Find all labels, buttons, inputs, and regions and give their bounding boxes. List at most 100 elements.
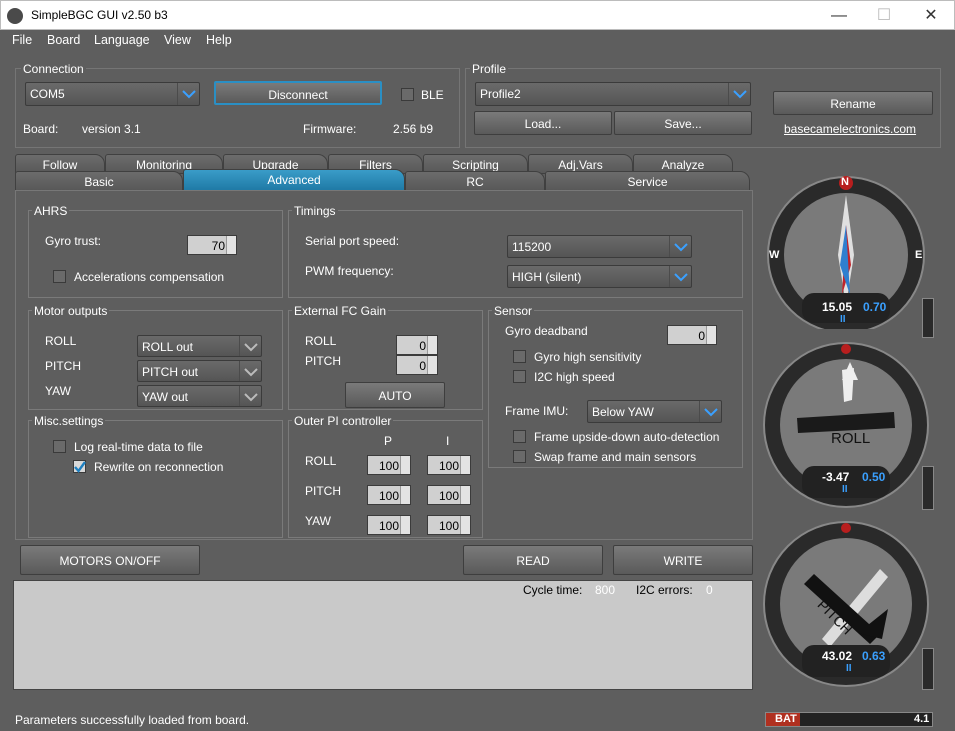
status-message: Parameters successfully loaded from boar… (15, 713, 250, 727)
i2c-errors-label: I2C errors: (636, 583, 693, 597)
spin-down-icon[interactable] (400, 525, 410, 534)
minimize-icon[interactable]: — (824, 5, 854, 27)
deadband-value: 0 (698, 329, 705, 343)
frame-imu-select[interactable]: Below YAW (587, 400, 722, 423)
ext-pitch-input[interactable]: 0 (396, 355, 438, 375)
profile-value: Profile2 (480, 87, 521, 101)
pwm-freq-select[interactable]: HIGH (silent) (507, 265, 692, 288)
website-link[interactable]: basecamelectronics.com (784, 122, 916, 136)
pitch-rate: 0.63 (862, 649, 886, 663)
spin-down-icon[interactable] (427, 365, 437, 374)
frame-imu-value: Below YAW (592, 405, 654, 419)
misc-group (28, 420, 283, 538)
pi-roll-p-input[interactable]: 100 (367, 455, 411, 475)
log-checkbox[interactable] (53, 440, 66, 453)
pi-pitch-i-input[interactable]: 100 (427, 485, 471, 505)
spin-down-icon[interactable] (400, 495, 410, 504)
serial-speed-value: 115200 (512, 240, 552, 254)
spin-up-icon[interactable] (400, 516, 410, 525)
chevron-down-icon (669, 266, 691, 287)
motor-roll-value: ROLL out (142, 340, 193, 354)
spin-up-icon[interactable] (427, 336, 437, 345)
read-button[interactable]: READ (463, 545, 603, 575)
battery-meter: BAT 4.1 (765, 712, 933, 727)
menu-file[interactable]: File (12, 33, 32, 47)
deadband-input[interactable]: 0 (667, 325, 717, 345)
motors-toggle-button[interactable]: MOTORS ON/OFF (20, 545, 200, 575)
spin-up-icon[interactable] (427, 356, 437, 365)
menu-view[interactable]: View (164, 33, 191, 47)
connection-panel (15, 68, 460, 148)
auto-button[interactable]: AUTO (345, 382, 445, 408)
spin-down-icon[interactable] (460, 465, 470, 474)
spin-up-icon[interactable] (400, 456, 410, 465)
firmware-value: 2.56 b9 (393, 122, 434, 136)
pi-roll-i-input[interactable]: 100 (427, 455, 471, 475)
cycle-time-label: Cycle time: (523, 583, 583, 597)
load-button[interactable]: Load... (474, 111, 612, 135)
spin-down-icon[interactable] (427, 345, 437, 354)
maximize-icon[interactable]: ☐ (869, 5, 899, 27)
tab-advanced[interactable]: Advanced (183, 169, 405, 191)
port-select[interactable]: COM5 (25, 82, 200, 106)
swap-sensors-checkbox[interactable] (513, 450, 526, 463)
deadband-label: Gyro deadband (505, 324, 588, 338)
spin-up-icon[interactable] (460, 516, 470, 525)
spin-down-icon[interactable] (400, 465, 410, 474)
disconnect-button[interactable]: Disconnect (214, 81, 382, 105)
gyro-trust-input[interactable]: 70 (187, 235, 237, 255)
menu-board[interactable]: Board (47, 33, 80, 47)
spin-up-icon[interactable] (706, 326, 716, 335)
rewrite-checkbox[interactable] (73, 460, 86, 473)
chevron-down-icon (669, 236, 691, 257)
ble-checkbox[interactable] (401, 88, 414, 101)
pi-yaw-p-input[interactable]: 100 (367, 515, 411, 535)
frame-imu-label: Frame IMU: (505, 404, 569, 418)
motor-pitch-select[interactable]: PITCH out (137, 360, 262, 382)
pi-yaw-i-input[interactable]: 100 (427, 515, 471, 535)
yaw-gauge: N W E 15.05 0.70 II (762, 175, 932, 334)
serial-speed-select[interactable]: 115200 (507, 235, 692, 258)
spin-down-icon[interactable] (460, 495, 470, 504)
save-button[interactable]: Save... (614, 111, 752, 135)
chevron-down-icon (728, 83, 750, 105)
menu-help[interactable]: Help (206, 33, 232, 47)
board-value: version 3.1 (82, 122, 141, 136)
pitch-angle: 43.02 (822, 649, 853, 663)
tab-rc[interactable]: RC (405, 171, 545, 191)
write-button[interactable]: WRITE (613, 545, 753, 575)
spin-up-icon[interactable] (400, 486, 410, 495)
spin-up-icon[interactable] (460, 486, 470, 495)
rename-button[interactable]: Rename (773, 91, 933, 115)
tab-basic[interactable]: Basic (15, 171, 183, 191)
ext-roll-input[interactable]: 0 (396, 335, 438, 355)
pi-roll-p-value: 100 (378, 459, 399, 473)
i2c-high-checkbox[interactable] (513, 370, 526, 383)
pi-pitch-label: PITCH (305, 484, 341, 498)
upside-down-checkbox[interactable] (513, 430, 526, 443)
spin-down-icon[interactable] (706, 335, 716, 344)
battery-label: BAT (775, 713, 797, 725)
tab-service[interactable]: Service (545, 171, 750, 191)
gyro-high-checkbox[interactable] (513, 350, 526, 363)
acc-comp-checkbox[interactable] (53, 270, 66, 283)
motor-yaw-label: YAW (45, 384, 71, 398)
battery-value: 4.1 (914, 713, 930, 725)
ext-roll-value: 0 (419, 339, 426, 353)
motor-roll-select[interactable]: ROLL out (137, 335, 262, 357)
ble-label: BLE (421, 88, 444, 102)
profile-select[interactable]: Profile2 (475, 82, 751, 106)
menu-language[interactable]: Language (94, 33, 150, 47)
close-icon[interactable]: ✕ (916, 5, 946, 27)
yaw-motor-icon: II (840, 314, 846, 325)
spin-down-icon[interactable] (226, 245, 236, 254)
profile-title: Profile (470, 62, 509, 76)
spin-up-icon[interactable] (460, 456, 470, 465)
motor-yaw-select[interactable]: YAW out (137, 385, 262, 407)
app-icon (7, 8, 23, 24)
spin-down-icon[interactable] (460, 525, 470, 534)
pi-pitch-p-input[interactable]: 100 (367, 485, 411, 505)
chevron-down-icon (699, 401, 721, 422)
gyro-high-label: Gyro high sensitivity (534, 350, 642, 364)
spin-up-icon[interactable] (226, 236, 236, 245)
